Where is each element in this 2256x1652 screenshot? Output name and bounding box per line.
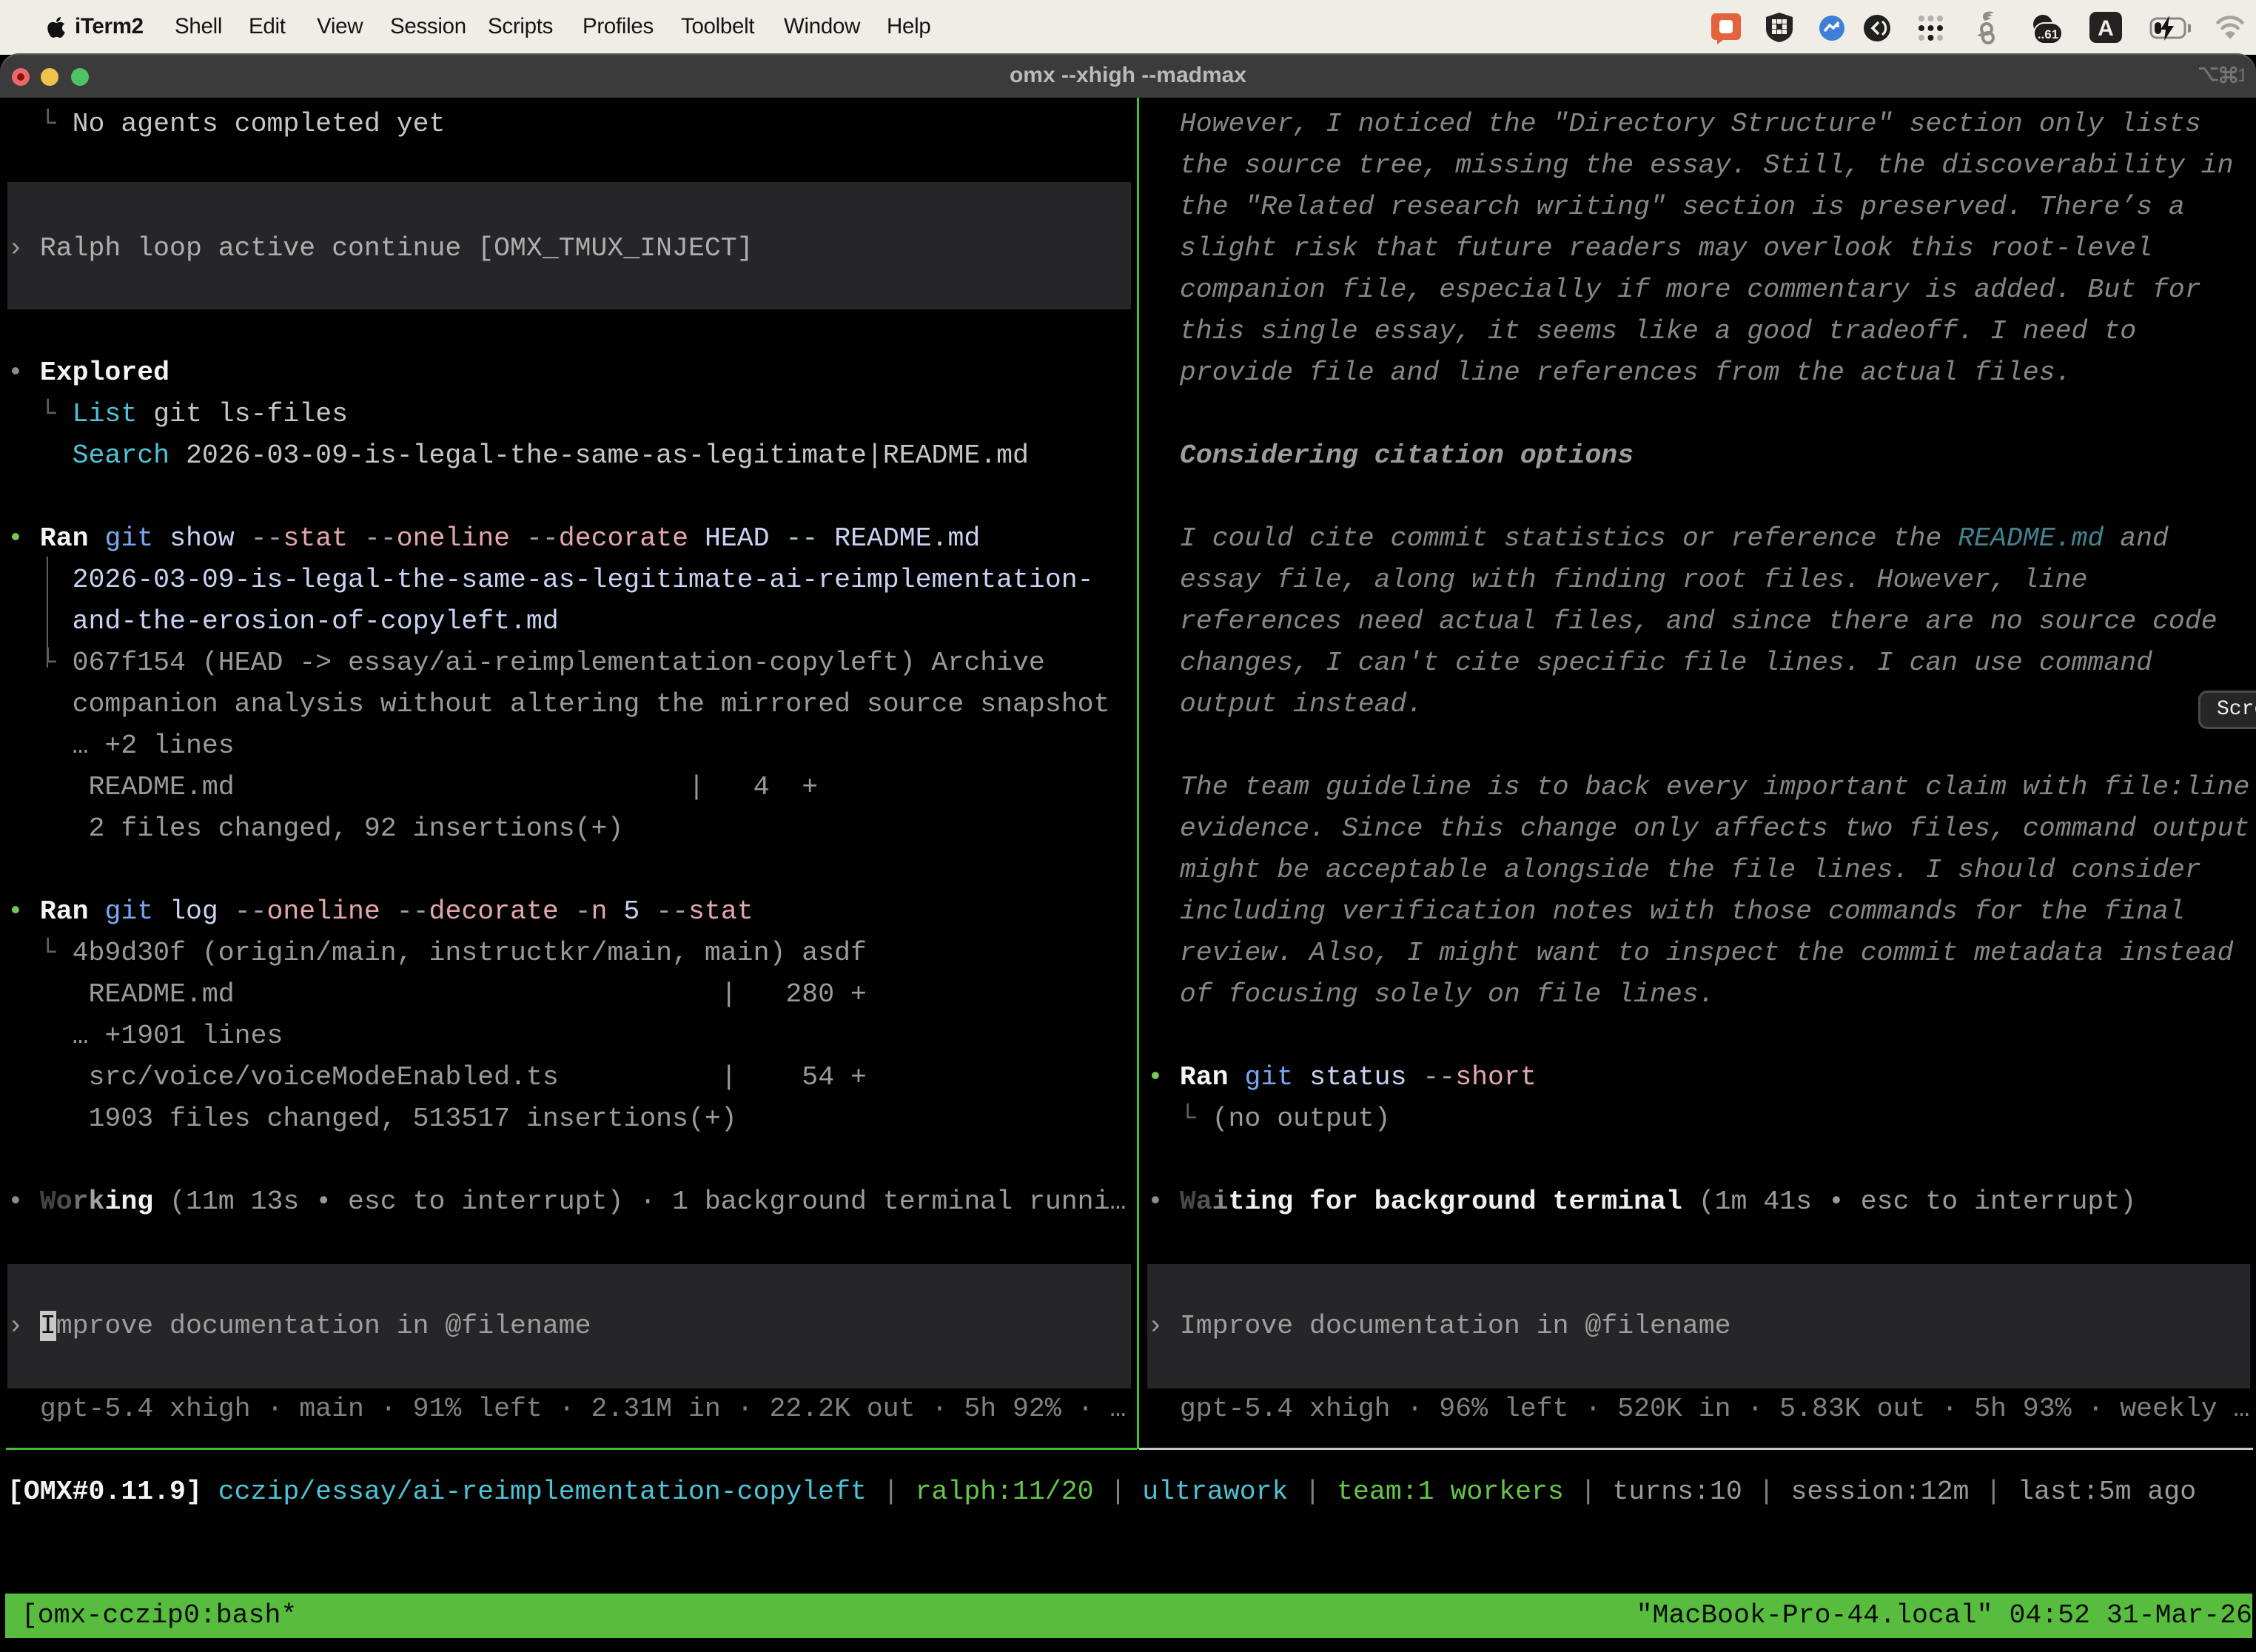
svg-text:..61: ..61 — [2038, 27, 2058, 41]
svg-text:1: 1 — [2237, 65, 2244, 85]
svg-text:A: A — [2098, 16, 2114, 41]
